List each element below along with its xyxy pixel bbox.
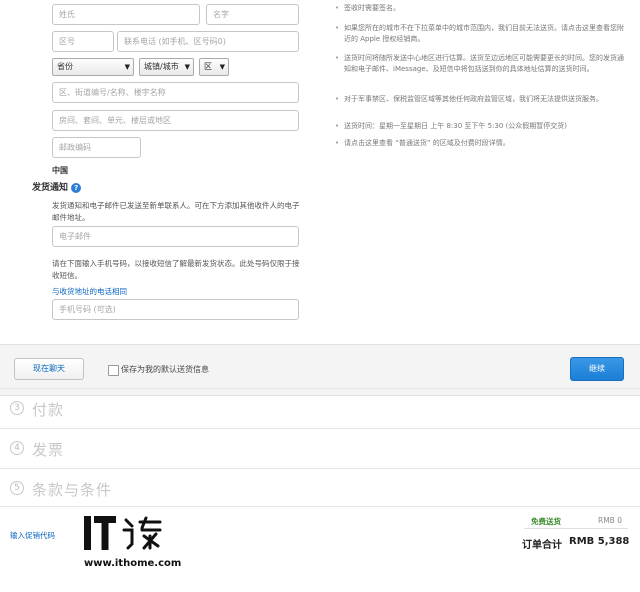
note-city-range: • 如果您所在的城市不在下拉菜单中的城市范围内，我们目前无法送货。请点击这里查看… xyxy=(335,23,625,45)
step-number: 3 xyxy=(10,401,24,415)
note-standard-shipping: • 请点击这里查看 “普通送货” 的区域及付费时段详情。 xyxy=(335,138,625,149)
first-name-input[interactable]: 名字 xyxy=(206,4,299,25)
ithome-url: www.ithome.com xyxy=(84,558,182,569)
province-select-value: 省份 xyxy=(57,62,73,71)
bullet-icon: • xyxy=(335,139,340,147)
step-number: 4 xyxy=(10,441,24,455)
bullet-icon: • xyxy=(335,122,340,130)
city-select-value: 城镇/城市 xyxy=(144,62,179,71)
step-payment[interactable]: 3 付款 xyxy=(0,388,640,429)
mobile-description: 请在下面输入手机号码，以接收短信了解最新发货状态。此处号码仅限于接收短信。 xyxy=(52,259,300,280)
help-icon[interactable]: ? xyxy=(71,182,82,193)
save-default-label: 保存为我的默认送货信息 xyxy=(121,365,209,374)
area-code-input[interactable]: 区号 xyxy=(52,31,114,52)
same-phone-link[interactable]: 与收货地址的电话相同 xyxy=(52,286,127,297)
note-restricted-areas: • 对于军事禁区、保税监管区域等其他任何政府监管区域，我们将无法提供送货服务。 xyxy=(335,94,625,105)
note-text: 签收时需要签名。 xyxy=(344,4,400,12)
save-default-checkbox[interactable] xyxy=(108,365,119,376)
email-input[interactable]: 电子邮件 xyxy=(52,226,299,247)
order-total-label: 订单合计 xyxy=(522,540,562,551)
note-text: 如果您所在的城市不在下拉菜单中的城市范围内，我们目前无法送货。请点击这里查看您附… xyxy=(344,24,624,43)
mobile-input[interactable]: 手机号码 (可选) xyxy=(52,299,299,320)
note-text: 对于军事禁区、保税监管区域等其他任何政府监管区域，我们将无法提供送货服务。 xyxy=(344,95,603,103)
bullet-icon: • xyxy=(335,54,340,62)
bullet-icon: • xyxy=(335,24,340,32)
note-text: 送货时间将随所发送中心地区进行估算。送货至边远地区可能需要更长的时间。您的发货通… xyxy=(344,54,624,73)
street-input[interactable]: 区、街道编号/名称、楼宇名称 xyxy=(52,82,299,103)
ithome-logo-graphic xyxy=(84,516,162,550)
note-delivery-estimate: • 送货时间将随所发送中心地区进行估算。送货至边远地区可能需要更长的时间。您的发… xyxy=(335,53,625,75)
continue-button[interactable]: 继续 xyxy=(570,357,624,381)
bullet-icon: • xyxy=(335,4,340,12)
notify-description: 发货通知和电子邮件已发送至新单联系人。可在下方添加其他收件人的电子邮件地址。 xyxy=(52,201,300,222)
country-label: 中国 xyxy=(52,166,68,175)
shipping-label: 免费送货 xyxy=(531,517,561,526)
step-invoice[interactable]: 4 发票 xyxy=(0,428,640,469)
note-delivery-hours: • 送货时间：星期一至星期日 上午 8:30 至下午 5:30 (公众假期暂停交… xyxy=(335,121,625,132)
shipping-value: RMB 0 xyxy=(598,516,622,525)
step-title: 条款与条件 xyxy=(32,481,113,499)
step-number: 5 xyxy=(10,481,24,495)
district-select-value: 区 xyxy=(204,62,212,71)
chat-now-button[interactable]: 现在聊天 xyxy=(14,358,84,380)
bullet-icon: • xyxy=(335,95,340,103)
note-signature: • 签收时需要签名。 xyxy=(335,3,625,14)
chevron-down-icon: ▼ xyxy=(219,63,225,71)
step-terms[interactable]: 5 条款与条件 xyxy=(0,468,640,509)
province-select[interactable]: 省份 ▼ xyxy=(52,58,134,76)
step-title: 付款 xyxy=(32,401,65,419)
district-select[interactable]: 区 ▼ xyxy=(199,58,229,76)
promo-code-link[interactable]: 输入促销代码 xyxy=(10,530,55,541)
note-text: 请点击这里查看 “普通送货” 的区域及付费时段详情。 xyxy=(344,139,510,147)
note-text: 送货时间：星期一至星期日 上午 8:30 至下午 5:30 (公众假期暂停交货) xyxy=(344,122,568,130)
notify-heading: 发货通知 ? xyxy=(32,180,82,193)
postcode-input[interactable]: 邮政编码 xyxy=(52,137,141,158)
ithome-logo xyxy=(82,512,192,554)
notify-heading-text: 发货通知 xyxy=(32,183,69,193)
last-name-input[interactable]: 姓氏 xyxy=(52,4,200,25)
step-title: 发票 xyxy=(32,441,65,459)
chevron-down-icon: ▼ xyxy=(184,63,190,71)
city-select[interactable]: 城镇/城市 ▼ xyxy=(139,58,194,76)
summary-divider xyxy=(0,506,640,507)
room-input[interactable]: 房间、套间、单元、楼层或地区 xyxy=(52,110,299,131)
order-total-value: RMB 5,388 xyxy=(569,536,630,547)
phone-input[interactable]: 联系电话 (如手机、区号码0) xyxy=(117,31,299,52)
shipping-row-line xyxy=(524,528,628,529)
chevron-down-icon: ▼ xyxy=(124,63,130,71)
